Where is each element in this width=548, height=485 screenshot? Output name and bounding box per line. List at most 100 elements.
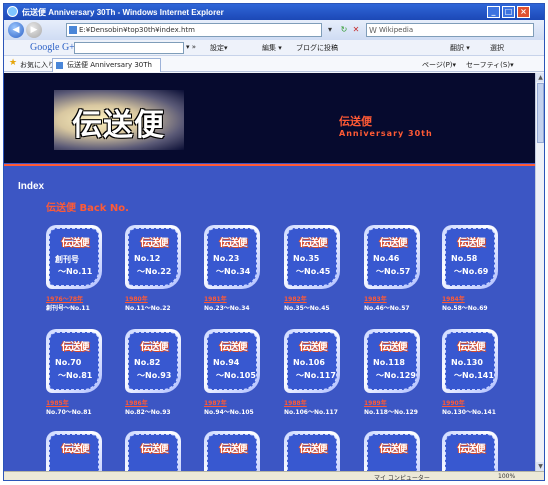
back-number-tile[interactable]: 伝送便 No.35 ～No.45 [284,225,340,289]
zoom-level[interactable]: 100% [498,473,515,480]
page-menu[interactable]: ページ(P)▾ [422,60,456,70]
back-number-tile[interactable]: 伝送便 No.106 ～No.117 [284,329,340,393]
back-button[interactable]: ◀ [8,22,24,38]
tile-inner: 伝送便 No.130 ～No.141 [445,332,495,390]
vertical-scrollbar[interactable]: ▲ ▼ [535,73,544,471]
back-number-tile[interactable]: 伝送便 No.58 ～No.69 [442,225,498,289]
google-logo[interactable]: Google G+ [30,42,75,53]
back-number-card[interactable]: 伝送便 [442,431,504,471]
card-year-link[interactable]: 1990年 [442,398,465,407]
back-number-card[interactable]: 伝送便 No.46 ～No.57 [364,225,426,295]
card-issue-range: 創刊号～No.11 [46,305,90,312]
url-input[interactable]: E:¥Densobin¥top30th¥index.htm [66,23,322,37]
google-search-input[interactable] [74,42,184,54]
back-number-tile[interactable]: 伝送便 [442,431,498,471]
back-number-tile[interactable]: 伝送便 No.118 ～No.129 [364,329,420,393]
tile-issue-to: ～No.34 [216,267,251,276]
tile-issue-from: No.70 [55,358,82,367]
tile-issue-to: ～No.57 [376,267,411,276]
tile-title: 伝送便 [379,444,408,455]
back-number-card[interactable]: 伝送便 [364,431,426,471]
back-number-tile[interactable]: 伝送便 創刊号 ～No.11 [46,225,102,289]
refresh-button[interactable]: ↻ [338,23,350,37]
card-year-link[interactable]: 1987年 [204,398,227,407]
back-number-tile[interactable]: 伝送便 [125,431,181,471]
search-input[interactable]: W Wikipedia [366,23,534,37]
back-number-card[interactable]: 伝送便 No.35 ～No.45 [284,225,346,295]
card-year-link[interactable]: 1988年 [284,398,307,407]
back-number-tile[interactable]: 伝送便 [46,431,102,471]
back-number-card[interactable]: 伝送便 創刊号 ～No.11 [46,225,108,295]
options-button[interactable]: 選択 [490,43,504,53]
back-number-tile[interactable]: 伝送便 No.46 ～No.57 [364,225,420,289]
browser-window: 伝送便 Anniversary 30Th - Windows Internet … [3,3,545,481]
google-go-button[interactable]: ▾ » [186,43,196,51]
status-bar: マイ コンピューター 100% [4,471,544,481]
back-number-card[interactable]: 伝送便 No.106 ～No.117 [284,329,346,399]
card-year-link[interactable]: 1981年 [204,294,227,303]
back-number-card[interactable]: 伝送便 No.130 ～No.141 [442,329,504,399]
google-settings-button[interactable]: 設定▾ [210,43,228,53]
favorites-label[interactable]: お気に入り [20,60,55,70]
close-button[interactable]: × [517,6,530,18]
minimize-button[interactable]: _ [487,6,500,18]
tile-issue-to: ～No.45 [296,267,331,276]
card-year-link[interactable]: 1980年 [125,294,148,303]
maximize-button[interactable]: □ [502,6,515,18]
stop-button[interactable]: ✕ [350,23,362,37]
back-number-tile[interactable]: 伝送便 No.94 ～No.105 [204,329,260,393]
header-subtitle: Anniversary 30th [339,129,433,138]
scroll-up-icon[interactable]: ▲ [536,73,544,82]
back-number-tile[interactable]: 伝送便 No.12 ～No.22 [125,225,181,289]
back-number-card[interactable]: 伝送便 [46,431,108,471]
card-year-link[interactable]: 1982年 [284,294,307,303]
back-number-card[interactable]: 伝送便 No.118 ～No.129 [364,329,426,399]
safety-menu[interactable]: セーフティ(S)▾ [466,60,514,70]
back-number-tile[interactable]: 伝送便 No.82 ～No.93 [125,329,181,393]
favorites-star-icon[interactable]: ★ [9,58,17,68]
back-number-card[interactable]: 伝送便 No.23 ～No.34 [204,225,266,295]
back-number-tile[interactable]: 伝送便 No.23 ～No.34 [204,225,260,289]
card-year-link[interactable]: 1986年 [125,398,148,407]
card-year-link[interactable]: 1985年 [46,398,69,407]
card-year-link[interactable]: 1989年 [364,398,387,407]
forward-button[interactable]: ▶ [26,22,42,38]
back-number-card[interactable]: 伝送便 [284,431,346,471]
back-number-card[interactable]: 伝送便 [125,431,187,471]
back-number-card[interactable]: 伝送便 No.58 ～No.69 [442,225,504,295]
page-content: 伝送便 伝送便 Anniversary 30th Index 伝送便 Back … [4,73,535,471]
back-number-tile[interactable]: 伝送便 No.70 ～No.81 [46,329,102,393]
google-bookmarks-button[interactable]: 編集 ▾ [262,43,282,53]
ie-logo-icon [7,6,18,17]
scroll-down-icon[interactable]: ▼ [536,462,544,471]
back-number-card[interactable]: 伝送便 No.94 ～No.105 [204,329,266,399]
scroll-thumb[interactable] [537,83,544,143]
card-issue-range: No.118～No.129 [364,409,418,416]
title-bar: 伝送便 Anniversary 30Th - Windows Internet … [4,4,544,20]
site-header: 伝送便 伝送便 Anniversary 30th [4,73,535,163]
tile-title: 伝送便 [61,238,90,249]
blog-post-button[interactable]: ブログに投稿 [296,43,338,53]
tab-current[interactable]: 伝送便 Anniversary 30Th [52,58,161,72]
tile-issue-from: No.118 [373,358,405,367]
url-dropdown-button[interactable]: ▾ [324,23,336,37]
back-number-card[interactable]: 伝送便 [204,431,266,471]
card-year-link[interactable]: 1976～78年 [46,294,83,303]
tile-issue-to: ～No.22 [137,267,172,276]
back-number-tile[interactable]: 伝送便 [284,431,340,471]
translate-button[interactable]: 翻訳 ▾ [450,43,470,53]
card-year-link[interactable]: 1984年 [442,294,465,303]
card-year-link[interactable]: 1983年 [364,294,387,303]
site-logo[interactable]: 伝送便 [54,90,184,150]
back-number-tile[interactable]: 伝送便 [204,431,260,471]
header-divider [4,164,535,166]
back-number-card[interactable]: 伝送便 No.82 ～No.93 [125,329,187,399]
back-number-tile[interactable]: 伝送便 [364,431,420,471]
tile-issue-to: ～No.81 [58,371,93,380]
tile-inner: 伝送便 No.46 ～No.57 [367,228,417,286]
tile-inner: 伝送便 No.82 ～No.93 [128,332,178,390]
back-number-card[interactable]: 伝送便 No.12 ～No.22 [125,225,187,295]
back-number-tile[interactable]: 伝送便 No.130 ～No.141 [442,329,498,393]
back-number-card[interactable]: 伝送便 No.70 ～No.81 [46,329,108,399]
security-zone: マイ コンピューター [374,475,430,481]
